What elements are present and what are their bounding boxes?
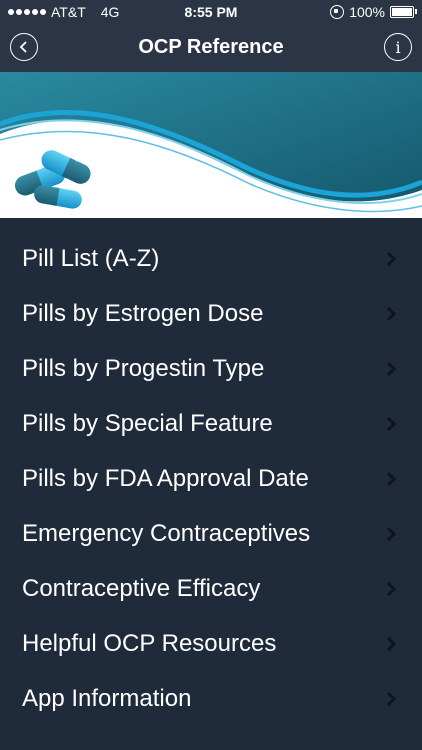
- menu-item-fda-approval-date[interactable]: Pills by FDA Approval Date: [0, 451, 422, 506]
- chevron-right-icon: [386, 581, 396, 596]
- chevron-right-icon: [386, 361, 396, 376]
- page-title: OCP Reference: [138, 36, 284, 58]
- battery-icon: [390, 6, 417, 18]
- menu-item-contraceptive-efficacy[interactable]: Contraceptive Efficacy: [0, 561, 422, 616]
- menu-item-label: Pills by Estrogen Dose: [22, 299, 264, 327]
- menu-item-emergency-contraceptives[interactable]: Emergency Contraceptives: [0, 506, 422, 561]
- menu-item-app-information[interactable]: App Information: [0, 671, 422, 726]
- chevron-right-icon: [386, 416, 396, 431]
- chevron-right-icon: [386, 526, 396, 541]
- status-bar: AT&T 4G 8:55 PM 100%: [0, 0, 422, 26]
- chevron-right-icon: [386, 306, 396, 321]
- menu-item-pill-list[interactable]: Pill List (A-Z): [0, 231, 422, 286]
- info-icon: i: [395, 37, 401, 57]
- banner-graphic: [0, 72, 422, 218]
- chevron-right-icon: [386, 691, 396, 706]
- navigation-bar: OCP Reference i: [0, 26, 422, 72]
- rotation-lock-icon: [330, 5, 345, 19]
- menu-item-label: Pills by FDA Approval Date: [22, 464, 309, 492]
- menu-item-label: App Information: [22, 684, 192, 712]
- menu-item-label: Helpful OCP Resources: [22, 629, 277, 657]
- menu-item-label: Pills by Special Feature: [22, 409, 273, 437]
- menu-item-ocp-resources[interactable]: Helpful OCP Resources: [0, 616, 422, 671]
- menu-item-label: Emergency Contraceptives: [22, 519, 311, 547]
- menu-item-special-feature[interactable]: Pills by Special Feature: [0, 396, 422, 451]
- main-menu: Pill List (A-Z) Pills by Estrogen Dose P…: [0, 218, 422, 750]
- menu-item-label: Pill List (A-Z): [22, 244, 160, 272]
- menu-item-progestin-type[interactable]: Pills by Progestin Type: [0, 341, 422, 396]
- status-right: 100%: [330, 4, 417, 20]
- chevron-right-icon: [386, 471, 396, 486]
- menu-item-label: Contraceptive Efficacy: [22, 574, 261, 602]
- header-banner: [0, 72, 422, 218]
- info-button[interactable]: i: [384, 33, 412, 61]
- app-screen: AT&T 4G 8:55 PM 100% OCP Reference i Pil…: [0, 0, 422, 750]
- battery-percent: 100%: [349, 4, 385, 20]
- menu-item-label: Pills by Progestin Type: [22, 354, 265, 382]
- chevron-right-icon: [386, 251, 396, 266]
- chevron-right-icon: [386, 636, 396, 651]
- menu-item-estrogen-dose[interactable]: Pills by Estrogen Dose: [0, 286, 422, 341]
